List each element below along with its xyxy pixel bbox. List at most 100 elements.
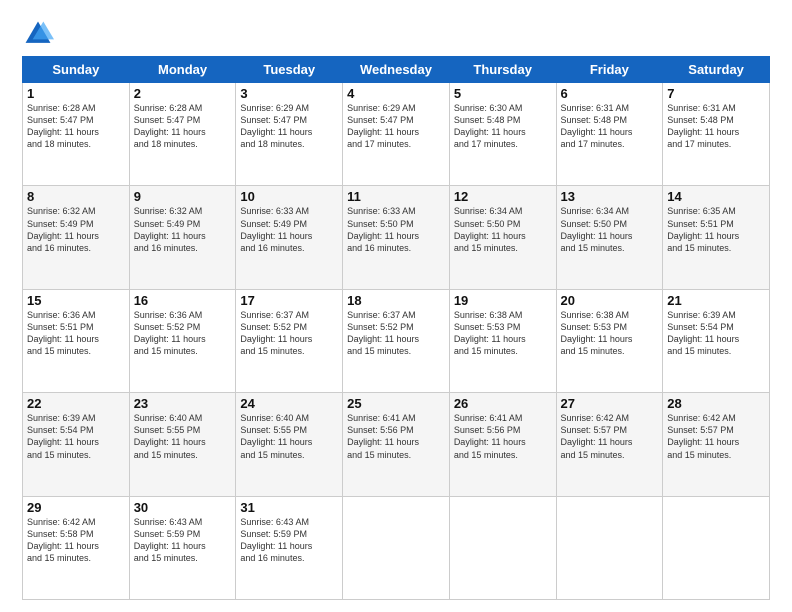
day-number: 2 <box>134 86 232 101</box>
cell-info: Sunrise: 6:28 AM Sunset: 5:47 PM Dayligh… <box>27 102 125 151</box>
day-number: 17 <box>240 293 338 308</box>
calendar-cell: 16Sunrise: 6:36 AM Sunset: 5:52 PM Dayli… <box>129 289 236 392</box>
col-header-friday: Friday <box>556 57 663 83</box>
week-row-3: 15Sunrise: 6:36 AM Sunset: 5:51 PM Dayli… <box>23 289 770 392</box>
day-number: 28 <box>667 396 765 411</box>
day-number: 26 <box>454 396 552 411</box>
calendar-cell: 19Sunrise: 6:38 AM Sunset: 5:53 PM Dayli… <box>449 289 556 392</box>
calendar-cell: 31Sunrise: 6:43 AM Sunset: 5:59 PM Dayli… <box>236 496 343 599</box>
day-number: 25 <box>347 396 445 411</box>
day-number: 7 <box>667 86 765 101</box>
logo-icon <box>22 18 54 50</box>
cell-info: Sunrise: 6:41 AM Sunset: 5:56 PM Dayligh… <box>454 412 552 461</box>
col-header-sunday: Sunday <box>23 57 130 83</box>
calendar-cell <box>449 496 556 599</box>
calendar-cell: 13Sunrise: 6:34 AM Sunset: 5:50 PM Dayli… <box>556 186 663 289</box>
calendar-cell: 30Sunrise: 6:43 AM Sunset: 5:59 PM Dayli… <box>129 496 236 599</box>
calendar-cell: 18Sunrise: 6:37 AM Sunset: 5:52 PM Dayli… <box>343 289 450 392</box>
week-row-2: 8Sunrise: 6:32 AM Sunset: 5:49 PM Daylig… <box>23 186 770 289</box>
day-number: 13 <box>561 189 659 204</box>
cell-info: Sunrise: 6:31 AM Sunset: 5:48 PM Dayligh… <box>561 102 659 151</box>
calendar-cell: 1Sunrise: 6:28 AM Sunset: 5:47 PM Daylig… <box>23 83 130 186</box>
day-number: 8 <box>27 189 125 204</box>
day-number: 27 <box>561 396 659 411</box>
day-number: 5 <box>454 86 552 101</box>
cell-info: Sunrise: 6:41 AM Sunset: 5:56 PM Dayligh… <box>347 412 445 461</box>
cell-info: Sunrise: 6:42 AM Sunset: 5:57 PM Dayligh… <box>667 412 765 461</box>
calendar-cell: 22Sunrise: 6:39 AM Sunset: 5:54 PM Dayli… <box>23 393 130 496</box>
day-number: 1 <box>27 86 125 101</box>
cell-info: Sunrise: 6:33 AM Sunset: 5:50 PM Dayligh… <box>347 205 445 254</box>
calendar-cell: 15Sunrise: 6:36 AM Sunset: 5:51 PM Dayli… <box>23 289 130 392</box>
calendar-cell: 8Sunrise: 6:32 AM Sunset: 5:49 PM Daylig… <box>23 186 130 289</box>
day-number: 20 <box>561 293 659 308</box>
cell-info: Sunrise: 6:42 AM Sunset: 5:57 PM Dayligh… <box>561 412 659 461</box>
day-number: 4 <box>347 86 445 101</box>
cell-info: Sunrise: 6:38 AM Sunset: 5:53 PM Dayligh… <box>561 309 659 358</box>
calendar-header-row: SundayMondayTuesdayWednesdayThursdayFrid… <box>23 57 770 83</box>
day-number: 9 <box>134 189 232 204</box>
day-number: 16 <box>134 293 232 308</box>
day-number: 10 <box>240 189 338 204</box>
calendar-cell: 6Sunrise: 6:31 AM Sunset: 5:48 PM Daylig… <box>556 83 663 186</box>
calendar-cell: 7Sunrise: 6:31 AM Sunset: 5:48 PM Daylig… <box>663 83 770 186</box>
cell-info: Sunrise: 6:28 AM Sunset: 5:47 PM Dayligh… <box>134 102 232 151</box>
day-number: 15 <box>27 293 125 308</box>
cell-info: Sunrise: 6:29 AM Sunset: 5:47 PM Dayligh… <box>347 102 445 151</box>
calendar-cell: 28Sunrise: 6:42 AM Sunset: 5:57 PM Dayli… <box>663 393 770 496</box>
week-row-1: 1Sunrise: 6:28 AM Sunset: 5:47 PM Daylig… <box>23 83 770 186</box>
calendar-cell: 21Sunrise: 6:39 AM Sunset: 5:54 PM Dayli… <box>663 289 770 392</box>
calendar-cell: 17Sunrise: 6:37 AM Sunset: 5:52 PM Dayli… <box>236 289 343 392</box>
week-row-4: 22Sunrise: 6:39 AM Sunset: 5:54 PM Dayli… <box>23 393 770 496</box>
calendar-cell: 24Sunrise: 6:40 AM Sunset: 5:55 PM Dayli… <box>236 393 343 496</box>
cell-info: Sunrise: 6:31 AM Sunset: 5:48 PM Dayligh… <box>667 102 765 151</box>
calendar-cell: 4Sunrise: 6:29 AM Sunset: 5:47 PM Daylig… <box>343 83 450 186</box>
cell-info: Sunrise: 6:36 AM Sunset: 5:51 PM Dayligh… <box>27 309 125 358</box>
calendar-cell: 20Sunrise: 6:38 AM Sunset: 5:53 PM Dayli… <box>556 289 663 392</box>
day-number: 31 <box>240 500 338 515</box>
col-header-wednesday: Wednesday <box>343 57 450 83</box>
cell-info: Sunrise: 6:40 AM Sunset: 5:55 PM Dayligh… <box>240 412 338 461</box>
day-number: 30 <box>134 500 232 515</box>
week-row-5: 29Sunrise: 6:42 AM Sunset: 5:58 PM Dayli… <box>23 496 770 599</box>
day-number: 29 <box>27 500 125 515</box>
cell-info: Sunrise: 6:37 AM Sunset: 5:52 PM Dayligh… <box>347 309 445 358</box>
day-number: 23 <box>134 396 232 411</box>
page: SundayMondayTuesdayWednesdayThursdayFrid… <box>0 0 792 612</box>
col-header-saturday: Saturday <box>663 57 770 83</box>
cell-info: Sunrise: 6:37 AM Sunset: 5:52 PM Dayligh… <box>240 309 338 358</box>
cell-info: Sunrise: 6:36 AM Sunset: 5:52 PM Dayligh… <box>134 309 232 358</box>
day-number: 19 <box>454 293 552 308</box>
calendar-cell: 3Sunrise: 6:29 AM Sunset: 5:47 PM Daylig… <box>236 83 343 186</box>
calendar-cell: 2Sunrise: 6:28 AM Sunset: 5:47 PM Daylig… <box>129 83 236 186</box>
col-header-tuesday: Tuesday <box>236 57 343 83</box>
day-number: 12 <box>454 189 552 204</box>
day-number: 21 <box>667 293 765 308</box>
calendar-cell <box>343 496 450 599</box>
col-header-monday: Monday <box>129 57 236 83</box>
day-number: 11 <box>347 189 445 204</box>
calendar-cell: 9Sunrise: 6:32 AM Sunset: 5:49 PM Daylig… <box>129 186 236 289</box>
calendar-table: SundayMondayTuesdayWednesdayThursdayFrid… <box>22 56 770 600</box>
day-number: 14 <box>667 189 765 204</box>
calendar-cell: 27Sunrise: 6:42 AM Sunset: 5:57 PM Dayli… <box>556 393 663 496</box>
calendar-cell: 5Sunrise: 6:30 AM Sunset: 5:48 PM Daylig… <box>449 83 556 186</box>
cell-info: Sunrise: 6:39 AM Sunset: 5:54 PM Dayligh… <box>667 309 765 358</box>
day-number: 18 <box>347 293 445 308</box>
cell-info: Sunrise: 6:33 AM Sunset: 5:49 PM Dayligh… <box>240 205 338 254</box>
logo <box>22 18 58 50</box>
cell-info: Sunrise: 6:34 AM Sunset: 5:50 PM Dayligh… <box>454 205 552 254</box>
day-number: 3 <box>240 86 338 101</box>
day-number: 6 <box>561 86 659 101</box>
col-header-thursday: Thursday <box>449 57 556 83</box>
calendar-cell: 14Sunrise: 6:35 AM Sunset: 5:51 PM Dayli… <box>663 186 770 289</box>
header <box>22 18 770 50</box>
cell-info: Sunrise: 6:34 AM Sunset: 5:50 PM Dayligh… <box>561 205 659 254</box>
cell-info: Sunrise: 6:38 AM Sunset: 5:53 PM Dayligh… <box>454 309 552 358</box>
calendar-cell <box>663 496 770 599</box>
cell-info: Sunrise: 6:35 AM Sunset: 5:51 PM Dayligh… <box>667 205 765 254</box>
cell-info: Sunrise: 6:29 AM Sunset: 5:47 PM Dayligh… <box>240 102 338 151</box>
calendar-cell <box>556 496 663 599</box>
day-number: 24 <box>240 396 338 411</box>
cell-info: Sunrise: 6:43 AM Sunset: 5:59 PM Dayligh… <box>134 516 232 565</box>
